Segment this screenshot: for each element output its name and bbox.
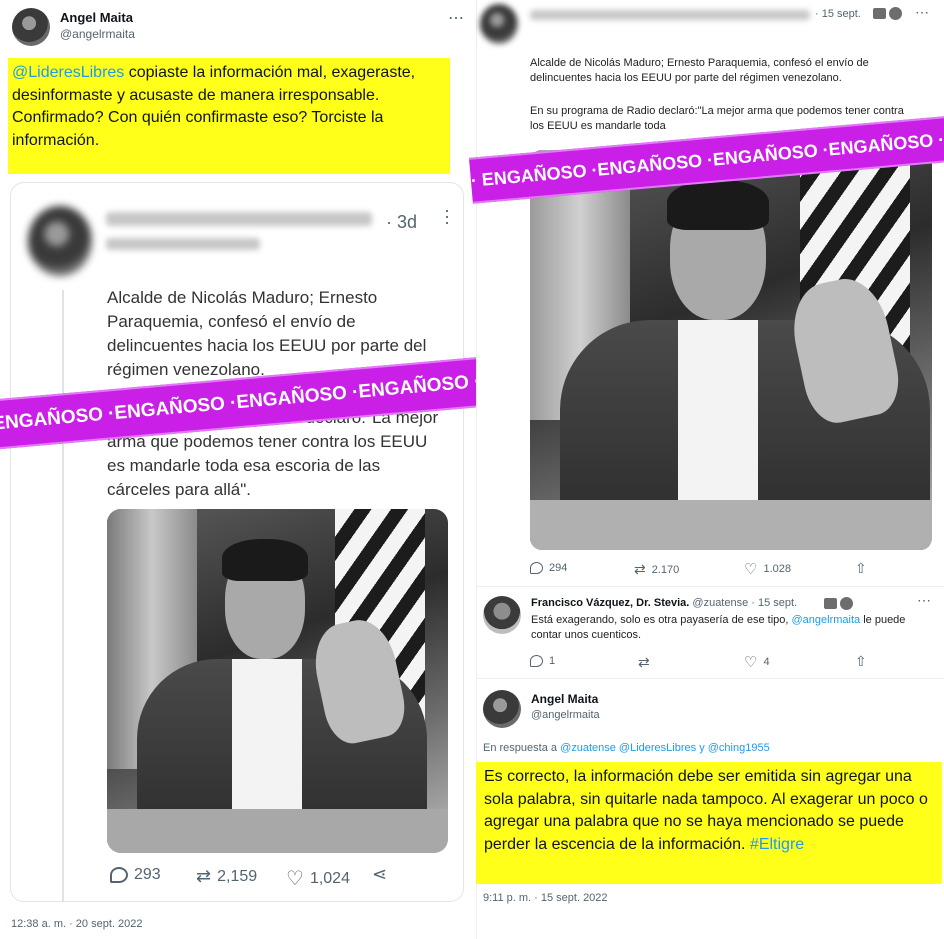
quoted-avatar[interactable] — [28, 206, 92, 276]
reply1-header: Francisco Vázquez, Dr. Stevia. @zuatense… — [531, 597, 797, 609]
like-icon: ♡ — [286, 868, 304, 890]
reply2-handle[interactable]: @angelrmaita — [531, 709, 600, 721]
more-options-icon[interactable]: ⋯ — [448, 8, 465, 28]
reply1-mention[interactable]: @angelrmaita — [792, 614, 861, 626]
in-reply-users[interactable]: @zuatense @LideresLibres y @ching1955 — [560, 742, 770, 754]
camera-icon — [873, 8, 886, 19]
divider — [476, 586, 944, 587]
retweet-icon: ⇄ — [634, 561, 646, 577]
camera-icon — [824, 598, 837, 609]
reply-icon — [530, 655, 543, 667]
hashtag-link[interactable]: #Eltigre — [750, 836, 804, 853]
reply1-retweet-action[interactable]: ⇄ — [638, 654, 650, 671]
share-icon[interactable]: ⇧ — [855, 653, 867, 670]
reply2-text: Es correcto, la información debe ser emi… — [476, 762, 942, 884]
reply1-handle[interactable]: @zuatense · 15 sept. — [692, 597, 797, 609]
reply1-more-icon[interactable]: ⋯ — [917, 592, 932, 609]
verified-icon — [840, 597, 853, 610]
quoted-retweet-action[interactable]: ⇄ 2,159 — [196, 866, 257, 887]
share-icon[interactable]: ⇧ — [855, 560, 867, 577]
person-hair — [222, 539, 308, 581]
mention-link[interactable]: @LideresLibres — [12, 64, 124, 81]
reply-icon — [530, 562, 543, 574]
desk — [107, 809, 448, 853]
top-avatar[interactable] — [480, 4, 518, 44]
author-name[interactable]: Angel Maita — [60, 10, 133, 25]
left-timestamp[interactable]: 12:38 a. m. · 20 sept. 2022 — [11, 918, 142, 930]
reply2-avatar[interactable] — [483, 690, 521, 728]
top-reply-action[interactable]: 294 — [530, 562, 567, 574]
reply2-name[interactable]: Angel Maita — [531, 692, 598, 706]
divider — [476, 678, 944, 679]
reply1-reply-action[interactable]: 1 — [530, 655, 555, 667]
quoted-reply-action[interactable]: 293 — [110, 866, 161, 884]
reply-icon — [110, 867, 128, 883]
quoted-handle-blurred — [106, 238, 260, 250]
top-retweet-action[interactable]: ⇄ 2.170 — [634, 561, 679, 578]
like-icon: ♡ — [744, 654, 758, 671]
quoted-photo[interactable] — [107, 509, 448, 853]
top-like-action[interactable]: ♡ 1.028 — [744, 560, 791, 578]
author-avatar[interactable] — [12, 8, 50, 46]
reply2-timestamp[interactable]: 9:11 p. m. · 15 sept. 2022 — [483, 892, 608, 904]
top-author-blurred — [530, 10, 810, 20]
top-date: · 15 sept. — [815, 8, 861, 20]
top-more-icon[interactable]: ⋯ — [915, 4, 930, 21]
like-icon: ♡ — [744, 561, 758, 578]
desk — [530, 500, 932, 550]
top-body-1: Alcalde de Nicolás Maduro; Ernesto Paraq… — [530, 57, 869, 84]
verified-icon — [889, 7, 902, 20]
quoted-more-icon[interactable]: ⋯ — [436, 208, 458, 227]
quoted-age: · 3d — [386, 212, 418, 232]
reply1-text: Está exagerando, solo es otra payasería … — [531, 614, 906, 641]
reply1-like-action[interactable]: ♡ 4 — [744, 653, 770, 671]
retweet-icon: ⇄ — [638, 654, 650, 670]
thread-line — [62, 290, 64, 902]
in-reply-to: En respuesta a @zuatense @LideresLibres … — [483, 742, 770, 754]
top-photo[interactable] — [530, 150, 932, 550]
retweet-icon: ⇄ — [196, 866, 212, 886]
reply-text: @LideresLibres copiaste la información m… — [8, 58, 450, 174]
share-icon[interactable]: ⋖ — [372, 864, 387, 885]
author-handle[interactable]: @angelrmaita — [60, 27, 135, 41]
person-hair — [667, 180, 769, 230]
quoted-author-blurred — [106, 212, 372, 226]
quoted-like-action[interactable]: ♡ 1,024 — [286, 866, 350, 891]
reply1-name[interactable]: Francisco Vázquez, Dr. Stevia. — [531, 597, 689, 609]
reply1-avatar[interactable] — [483, 596, 521, 634]
